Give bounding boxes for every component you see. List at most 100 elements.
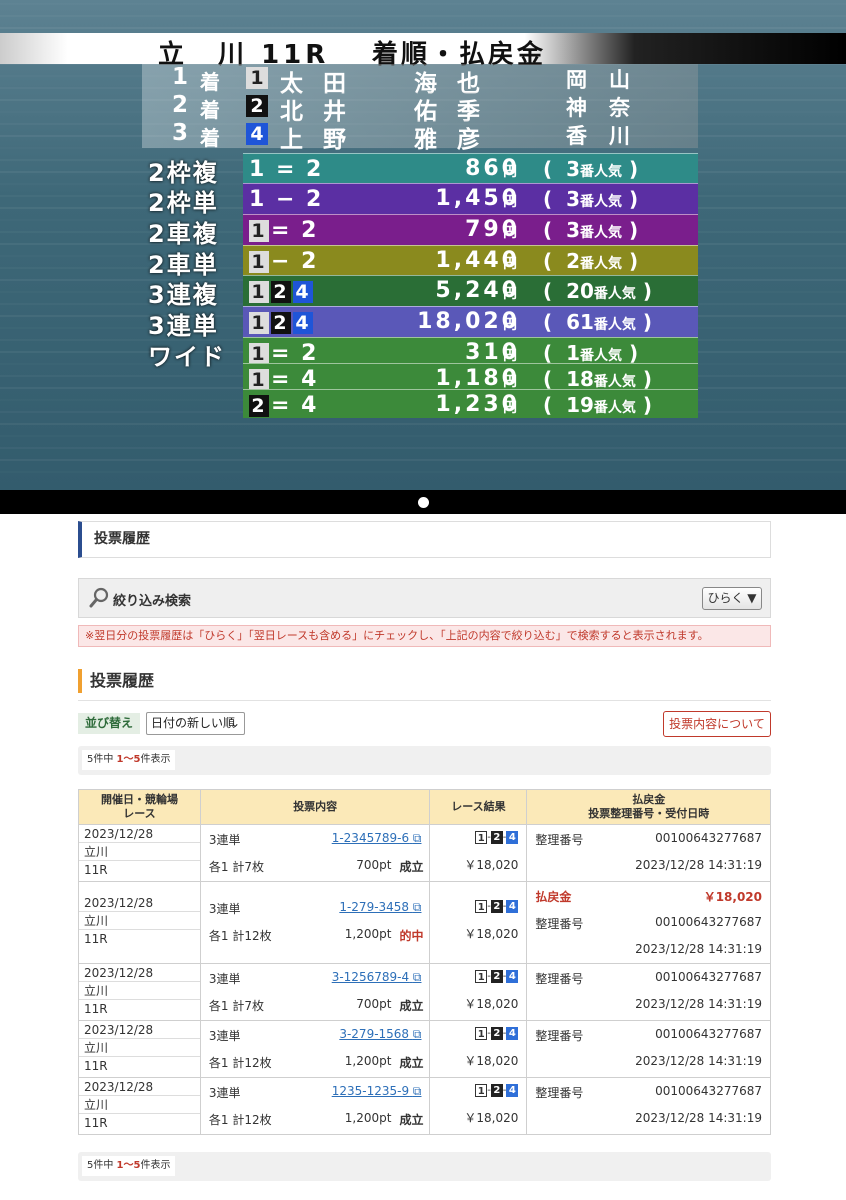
race-number: 11R <box>84 932 108 946</box>
table-row: 2023/12/28 立川 11R 3連単 1-2345789-6 ⧉ 各1 計7枚 700… <box>78 824 771 882</box>
result-count: 5件中 1〜5件表示 <box>82 750 176 770</box>
filter-open-button[interactable]: ひらく ▼ <box>702 587 762 610</box>
bet-content-cell: 3連単 3-1256789-4 ⧉ 各1 計7枚 700pt 成立 <box>199 963 431 1021</box>
water-texture <box>0 447 846 449</box>
payout-cell: 払戻金 ￥18,020 整理番号 00100643277687 2023/12/28 1… <box>526 881 771 964</box>
about-bets-button[interactable]: 投票内容について <box>663 711 771 737</box>
frame-number-badge: 1 <box>249 369 269 391</box>
finisher-rank: 3 <box>172 120 189 146</box>
finisher-rank-suffix: 着 <box>200 98 220 122</box>
ticket-link[interactable]: 1-279-3458 ⧉ <box>339 900 421 915</box>
rider-given-name: 雅彦 <box>414 127 500 153</box>
header-race-result: レース結果 <box>429 789 528 825</box>
popularity: ( 3番人気 ) <box>543 218 639 242</box>
result-frame-badge: 1 <box>475 970 488 983</box>
finisher-rank-suffix: 着 <box>200 126 220 150</box>
frame-number-badge: 4 <box>246 123 268 145</box>
yen-unit: 円 <box>503 164 517 180</box>
datetime-line: 2023/12/28 14:31:19 <box>527 1048 770 1075</box>
venue-name: 立川 <box>79 843 200 861</box>
race-date: 2023/12/28 <box>79 1021 200 1039</box>
bet-content-cell: 3連単 1-279-3458 ⧉ 各1 計12枚 1,200pt 的中 <box>199 881 431 964</box>
combination: 1 = 2 <box>249 157 324 182</box>
reference-number: 00100643277687 <box>655 915 762 929</box>
water-texture <box>0 471 846 473</box>
ticket-link[interactable]: 3-1256789-4 ⧉ <box>332 970 422 985</box>
ticket-units: 各1 計7枚 <box>208 860 264 874</box>
ticket-link[interactable]: 1235-1235-9 ⧉ <box>332 1084 422 1099</box>
reference-line: 整理番号 00100643277687 <box>527 1021 770 1048</box>
payout-line: 払戻金 ￥18,020 <box>527 882 770 909</box>
ticket-units: 各1 計7枚 <box>208 999 264 1013</box>
received-datetime: 2023/12/28 14:31:19 <box>635 1111 762 1125</box>
payout-row: 1 = 2 790 円( 3番人気 ) <box>243 214 698 245</box>
bet-type: 3連単 <box>208 833 241 847</box>
reference-number: 00100643277687 <box>655 831 762 845</box>
result-count-bar: 5件中 1〜5件表示 <box>78 746 771 775</box>
date-venue-cell: 2023/12/28 立川 11R <box>78 881 201 964</box>
race-number: 11R <box>84 1116 108 1130</box>
ticket-link[interactable]: 1-2345789-6 ⧉ <box>332 831 422 846</box>
bet-status: 成立 <box>399 860 424 874</box>
datetime-line: 2023/12/28 14:31:19 <box>527 936 770 963</box>
payout-row: 1 − 2 1,450 円( 3番人気 ) <box>243 183 698 214</box>
popularity: ( 3番人気 ) <box>543 187 639 211</box>
frame-number-badge: 2 <box>271 281 291 303</box>
payout-cell: 整理番号 00100643277687 2023/12/28 14:31:19 <box>526 963 771 1021</box>
result-frame-badge: 2 <box>490 1084 503 1097</box>
filter-search-bar[interactable]: 絞り込み検索 ひらく ▼ <box>78 578 771 618</box>
header-bet-content: 投票内容 <box>199 789 431 825</box>
race-date: 2023/12/28 <box>79 894 200 912</box>
venue-name: 立川 <box>79 1096 200 1114</box>
date-venue-cell: 2023/12/28 立川 11R <box>78 963 201 1021</box>
frame-number-badge: 4 <box>293 312 313 334</box>
triangle-down-icon: ▼ <box>747 591 757 605</box>
bet-type-label: 3連複 <box>148 281 219 309</box>
ticket-link[interactable]: 3-279-1568 ⧉ <box>339 1027 421 1042</box>
result-combination: 1-2-4 <box>430 894 526 921</box>
race-date: 2023/12/28 <box>79 825 200 843</box>
payout-amount: ￥18,020 <box>703 890 762 904</box>
sort-label: 並び替え <box>78 713 140 734</box>
result-combination: 1-2-4 <box>430 825 526 852</box>
panel-title: 投票履歴 <box>78 521 771 558</box>
venue-name: 立川 <box>79 912 200 930</box>
popularity: ( 19番人気 ) <box>543 393 653 417</box>
frame-number-badge: 2 <box>249 395 269 417</box>
payout-row: 1 = 4 1,180 円( 18番人気 ) <box>243 363 698 392</box>
bet-type-label: 2枠単 <box>148 189 219 217</box>
result-frame-badge: 4 <box>506 1027 519 1040</box>
reference-line: 整理番号 00100643277687 <box>527 825 770 852</box>
result-frame-badge: 2 <box>490 1027 503 1040</box>
result-amount: ￥18,020 <box>464 1111 519 1125</box>
payout-row: 1 = 2 860 円( 3番人気 ) <box>243 153 698 183</box>
bet-status: 成立 <box>399 1113 424 1127</box>
carousel-indicator-dot[interactable] <box>418 497 429 508</box>
payout-label: 払戻金 <box>535 890 572 904</box>
received-datetime: 2023/12/28 14:31:19 <box>635 858 762 872</box>
bet-status: 成立 <box>399 999 424 1013</box>
result-combination: 1-2-4 <box>430 964 526 991</box>
table-row: 2023/12/28 立川 11R 3連単 3-279-1568 ⧉ 各1 計12枚 1,2… <box>78 1020 771 1078</box>
datetime-line: 2023/12/28 14:31:19 <box>527 852 770 879</box>
yen-unit: 円 <box>503 225 517 241</box>
result-frame-badge: 1 <box>475 1027 488 1040</box>
race-result-cell: 1-2-4 ￥18,020 <box>429 881 528 964</box>
result-combination: 1-2-4 <box>430 1021 526 1048</box>
bet-type-label: ワイド <box>148 343 226 371</box>
reference-label: 整理番号 <box>535 1029 584 1043</box>
finisher-rank-suffix: 着 <box>200 70 220 94</box>
frame-number-badge: 1 <box>249 251 269 273</box>
reference-label: 整理番号 <box>535 1086 584 1100</box>
reference-line: 整理番号 00100643277687 <box>527 1078 770 1105</box>
bet-type: 3連単 <box>208 902 241 916</box>
result-frame-badge: 1 <box>475 1084 488 1097</box>
datetime-line: 2023/12/28 14:31:19 <box>527 1105 770 1132</box>
water-texture <box>0 435 846 437</box>
date-venue-cell: 2023/12/28 立川 11R <box>78 1077 201 1135</box>
sort-select[interactable]: 日付の新しい順 ⌄ <box>146 712 245 735</box>
popularity: ( 18番人気 ) <box>543 367 653 391</box>
popularity: ( 61番人気 ) <box>543 310 653 334</box>
result-frame-badge: 1 <box>475 831 488 844</box>
bet-status: 的中 <box>399 929 424 943</box>
